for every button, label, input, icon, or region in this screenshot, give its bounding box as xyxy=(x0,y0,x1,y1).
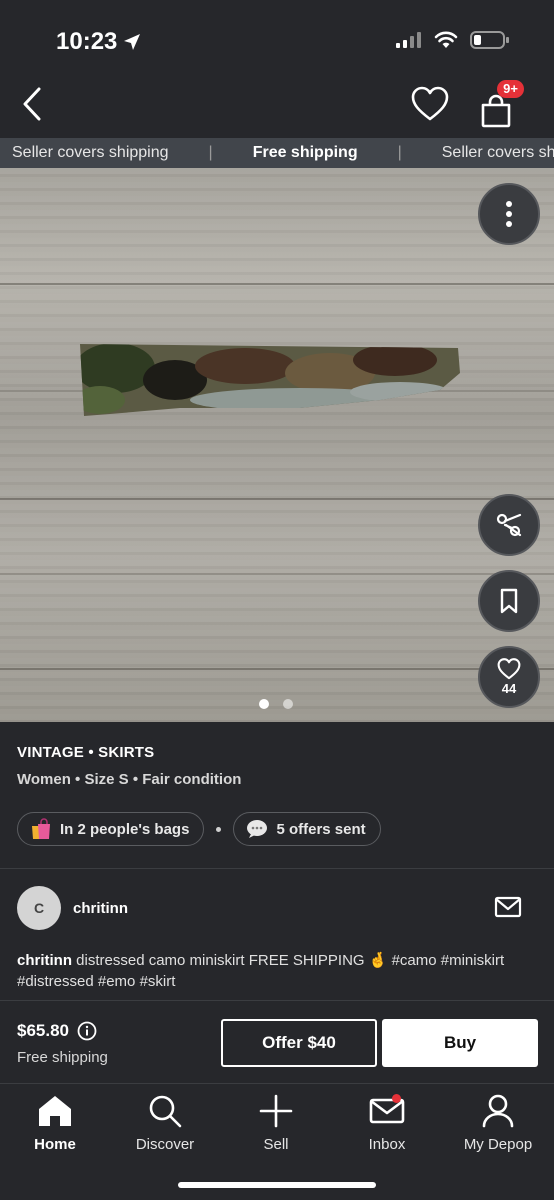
location-arrow-icon xyxy=(124,34,141,50)
tab-sell-label: Sell xyxy=(263,1136,289,1153)
tab-discover[interactable]: Discover xyxy=(115,1092,215,1153)
shipping-note: Free shipping xyxy=(17,1049,108,1066)
offers-chip-label: 5 offers sent xyxy=(276,820,366,838)
search-icon xyxy=(149,1095,182,1128)
like-count: 44 xyxy=(501,681,517,696)
avatar[interactable]: C xyxy=(17,886,61,930)
listing-stats: In 2 people's bags 5 offers sent xyxy=(17,812,381,846)
ticker-item: Seller covers shipping xyxy=(441,144,554,161)
shopping-bags-icon xyxy=(32,818,50,839)
chevron-left-icon xyxy=(23,87,41,121)
plus-icon xyxy=(259,1094,293,1128)
tab-home[interactable]: Home xyxy=(5,1092,105,1153)
make-offer-button[interactable]: Offer $40 xyxy=(221,1019,377,1067)
tab-my-depop-label: My Depop xyxy=(463,1136,533,1153)
bag-count-badge: 9+ xyxy=(497,80,524,98)
offers-chip: 5 offers sent xyxy=(233,812,381,846)
ticker-separator: | xyxy=(397,144,402,161)
clock-text: 10:23 xyxy=(56,28,118,55)
listing-description: chritinn distressed camo miniskirt FREE … xyxy=(17,950,537,992)
cellular-signal-icon xyxy=(396,32,421,48)
split-button[interactable] xyxy=(478,494,540,556)
more-options-button[interactable] xyxy=(478,183,540,245)
tab-home-label: Home xyxy=(34,1136,76,1153)
ticker-item: Free shipping xyxy=(252,144,358,161)
speech-bubble-icon xyxy=(247,820,268,838)
status-icons xyxy=(396,30,510,50)
seller-name[interactable]: chritinn xyxy=(73,900,128,917)
tab-my-depop[interactable]: My Depop xyxy=(448,1092,548,1153)
back-button[interactable] xyxy=(16,84,48,124)
mail-icon xyxy=(494,896,522,918)
purchase-bar: $65.80 Free shipping Offer $40 Buy xyxy=(0,1000,554,1084)
tab-discover-label: Discover xyxy=(135,1136,195,1153)
ticker-item: Seller covers shipping xyxy=(12,144,169,161)
home-indicator xyxy=(178,1182,376,1188)
status-time: 10:23 xyxy=(56,28,141,56)
section-divider xyxy=(0,868,554,869)
more-vertical-icon xyxy=(506,201,512,227)
description-text: distressed camo miniskirt FREE SHIPPING … xyxy=(17,952,505,990)
heart-icon xyxy=(411,86,449,121)
photo-pagination xyxy=(259,699,293,709)
bookmark-icon xyxy=(500,588,518,614)
bags-chip-label: In 2 people's bags xyxy=(60,820,190,838)
like-button[interactable] xyxy=(410,86,450,126)
status-bar: 10:23 xyxy=(0,0,554,80)
listing-category: VINTAGE • SKIRTS xyxy=(17,744,155,761)
battery-icon xyxy=(470,31,509,49)
pagination-dot-active[interactable] xyxy=(259,699,269,709)
listing-details: Women • Size S • Fair condition xyxy=(17,771,242,788)
shopping-bag-icon xyxy=(481,94,511,128)
save-button[interactable] xyxy=(478,570,540,632)
tab-inbox[interactable]: Inbox xyxy=(337,1092,437,1153)
bag-button[interactable]: 9+ xyxy=(474,80,524,128)
buy-button[interactable]: Buy xyxy=(382,1019,538,1067)
info-icon[interactable] xyxy=(77,1021,97,1041)
description-username: chritinn xyxy=(17,952,72,969)
shipping-ticker: Seller covers shipping | Free shipping |… xyxy=(0,138,554,168)
scissors-icon xyxy=(496,513,522,537)
tab-sell[interactable]: Sell xyxy=(226,1092,326,1153)
home-icon xyxy=(39,1096,71,1126)
heart-icon xyxy=(497,658,521,680)
chip-separator xyxy=(216,826,222,832)
photo-like-button[interactable]: 44 xyxy=(478,646,540,708)
product-photo[interactable]: 44 xyxy=(0,168,554,722)
pagination-dot[interactable] xyxy=(283,699,293,709)
camo-skirt-image xyxy=(80,344,460,416)
seller-row[interactable]: C chritinn xyxy=(17,886,128,930)
bags-chip: In 2 people's bags xyxy=(17,812,205,846)
user-icon xyxy=(482,1094,514,1128)
price-value: $65.80 xyxy=(17,1021,69,1040)
price: $65.80 xyxy=(17,1021,97,1041)
ticker-separator: | xyxy=(208,144,213,161)
wifi-icon xyxy=(434,31,458,48)
message-seller-button[interactable] xyxy=(494,896,524,922)
tab-inbox-label: Inbox xyxy=(368,1136,406,1153)
inbox-unread-dot xyxy=(392,1094,401,1103)
top-header: 9+ xyxy=(0,80,554,138)
listing-info: VINTAGE • SKIRTS Women • Size S • Fair c… xyxy=(17,744,241,788)
